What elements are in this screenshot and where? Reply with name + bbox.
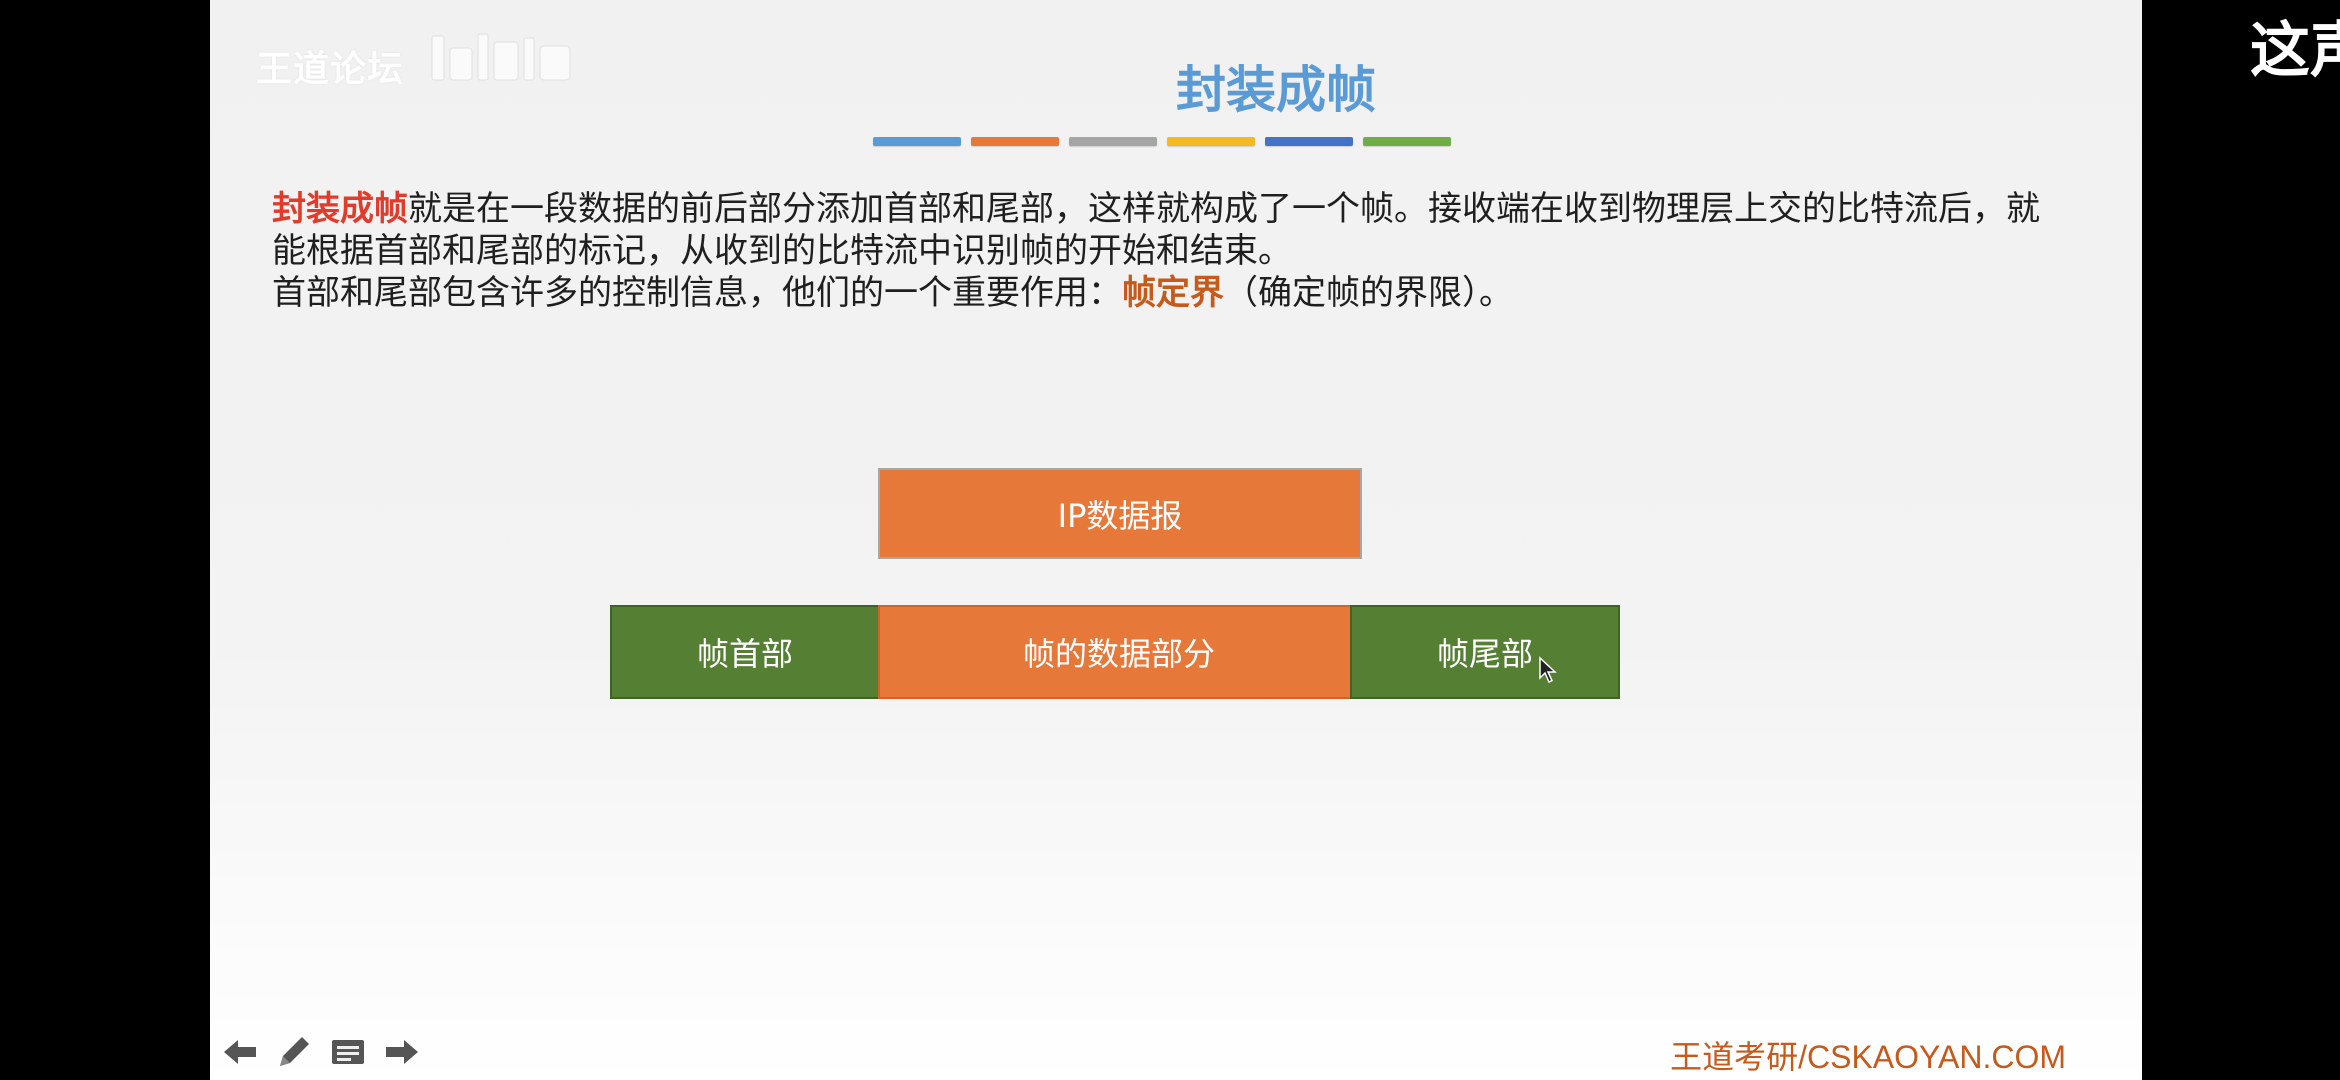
color-bar: [1265, 137, 1353, 146]
ip-datagram-box: IP数据报: [878, 468, 1362, 559]
color-bar: [971, 137, 1059, 146]
frame-data-box: 帧的数据部分: [878, 605, 1360, 699]
purpose-text: 首部和尾部包含许多的控制信息，他们的一个重要作用：: [272, 273, 1122, 313]
color-bar: [1363, 137, 1451, 146]
slide-navigation: [220, 1032, 422, 1072]
presentation-slide: 王道论坛 封装成帧 封装成帧就是在一段数据的前后部分添加首部和尾部，这样就构成了…: [210, 0, 2142, 1080]
pen-icon[interactable]: [274, 1032, 314, 1072]
arrow-left-icon[interactable]: [220, 1032, 260, 1072]
highlight-frame-delimiting: 帧定界: [1122, 273, 1224, 313]
slide-title: 封装成帧: [1176, 61, 1376, 119]
title-color-bars: [873, 137, 1451, 146]
definition-text: 就是在一段数据的前后部分添加首部和尾部，这样就构成了一个帧。接收端在收到物理层上…: [272, 189, 2040, 271]
paragraph-definition: 封装成帧就是在一段数据的前后部分添加首部和尾部，这样就构成了一个帧。接收端在收到…: [272, 188, 2072, 272]
frame-header-box: 帧首部: [610, 605, 880, 699]
color-bar: [1069, 137, 1157, 146]
arrow-right-icon[interactable]: [382, 1032, 422, 1072]
menu-icon[interactable]: [328, 1032, 368, 1072]
mouse-pointer-icon: [1539, 656, 1557, 684]
forum-logo-text: 王道论坛: [256, 49, 405, 90]
screen: 王道论坛 封装成帧 封装成帧就是在一段数据的前后部分添加首部和尾部，这样就构成了…: [0, 0, 2340, 1080]
frame-trailer-box: 帧尾部: [1350, 605, 1620, 699]
color-bar: [873, 137, 961, 146]
color-bar: [1167, 137, 1255, 146]
paragraph-purpose: 首部和尾部包含许多的控制信息，他们的一个重要作用：帧定界（确定帧的界限）。: [272, 272, 2072, 314]
overlay-caption: 这声: [2250, 16, 2340, 86]
slide-body-text: 封装成帧就是在一段数据的前后部分添加首部和尾部，这样就构成了一个帧。接收端在收到…: [272, 188, 2072, 314]
purpose-text-end: （确定帧的界限）。: [1224, 273, 1513, 313]
highlight-term: 封装成帧: [272, 189, 408, 229]
footer-website: 王道考研/CSKAOYAN.COM: [1670, 1039, 2066, 1075]
